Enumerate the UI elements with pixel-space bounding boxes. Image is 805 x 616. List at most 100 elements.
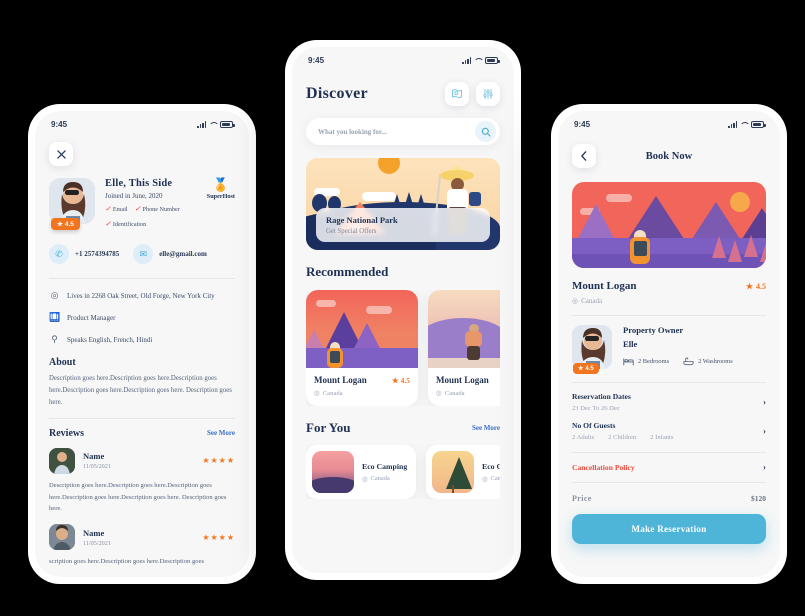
search-button[interactable] <box>475 121 496 142</box>
status-icons <box>197 121 235 128</box>
chevron-right-icon[interactable]: › <box>763 462 766 472</box>
foryou-see-more[interactable]: See More <box>472 424 500 432</box>
foryou-header: For You See More <box>306 420 500 436</box>
camping-card-body: Eco Camping ◎ Canada <box>482 462 500 483</box>
chevron-right-icon[interactable]: › <box>763 397 766 407</box>
camping-card[interactable]: Eco Camping ◎ Canada <box>306 445 416 499</box>
hero-body <box>447 189 468 209</box>
close-icon <box>56 149 66 159</box>
map-pin-button[interactable] <box>445 82 469 106</box>
battery-icon <box>220 121 235 128</box>
detail-reservation-dates[interactable]: Reservation Dates 23 Dec To 26 Dec › <box>572 392 766 412</box>
rating-value: 4.5 <box>400 375 410 385</box>
camping-card-title: Eco Camping <box>362 461 408 471</box>
detail-value: 23 Dec To 26 Dec <box>572 405 620 412</box>
location-text: Canada <box>581 297 603 305</box>
filter-button[interactable] <box>476 82 500 106</box>
price-label: Price <box>572 494 592 503</box>
amenity-bedrooms: 2 Bedrooms <box>623 357 669 366</box>
review-text: scription goes here.Description goes her… <box>49 558 205 566</box>
filter-sliders-icon <box>483 89 493 99</box>
rating-value: 4.5 <box>64 220 74 228</box>
review-item: Name 11/05/2021 ★★★★ Description goes he… <box>49 447 235 516</box>
camping-card-body: Eco Camping ◎ Canada <box>362 462 407 483</box>
review-head: Name 11/05/2021 ★★★★ <box>49 524 235 551</box>
detail-text: Reservation Dates 23 Dec To 26 Dec <box>572 392 631 412</box>
profile-meta: Elle, This Side Joined in June, 2020 ✓ Em… <box>105 178 197 228</box>
review-head: Name 11/05/2021 ★★★★ <box>49 447 235 474</box>
chevron-right-icon[interactable]: › <box>763 426 766 436</box>
booking-screen: 9:45 Book Now Mount Logan ★ 4.5 ◎ Canada… <box>558 111 780 577</box>
lake <box>306 348 418 368</box>
wifi-icon <box>740 121 748 128</box>
contact-email[interactable]: ✉ elle@gmail.com <box>133 244 207 264</box>
hill-scene <box>428 290 500 368</box>
search-bar[interactable]: What you looking for... <box>306 118 500 145</box>
location-pin-icon: ◎ <box>436 390 442 397</box>
review-avatar-illustration <box>49 524 75 551</box>
place-card-location: ◎ Canada <box>436 389 500 398</box>
wifi-icon <box>474 57 482 64</box>
contact-phone[interactable]: ✆ +1 2574394785 <box>49 244 119 264</box>
wifi-icon <box>209 121 217 128</box>
place-card-image <box>428 290 500 368</box>
review-text: Description goes here.Description goes h… <box>49 481 227 513</box>
header-actions <box>445 82 500 106</box>
location-text: Canada <box>444 389 465 397</box>
amenities: 2 Bedrooms 2 Washrooms <box>623 357 766 366</box>
recommended-title: Recommended <box>306 264 389 279</box>
discover-screen: 9:45 Discover What you looking for... Ra… <box>292 47 514 573</box>
location-text: Canada <box>490 475 500 482</box>
profile-joined: Joined in June, 2020 <box>105 192 163 200</box>
star-icon: ★ <box>745 281 753 291</box>
review-name: Name <box>83 451 105 462</box>
walker-body <box>465 331 482 347</box>
status-time: 9:45 <box>51 120 68 129</box>
hero-subtitle: Get Special Offers <box>326 228 377 235</box>
profile-name: Elle, This Side <box>105 178 173 189</box>
review-name: Name <box>83 527 105 538</box>
reviews-see-more[interactable]: See More <box>207 429 235 437</box>
walker <box>464 324 484 360</box>
price-bar: Price $120 <box>572 494 766 503</box>
fact-location-text: Lives in 2268 Oak Street, Old Forge, New… <box>67 291 215 300</box>
search-input[interactable]: What you looking for... <box>318 128 475 136</box>
fact-location: ◎ Lives in 2268 Oak Street, Old Forge, N… <box>49 290 235 301</box>
mountain <box>576 204 616 242</box>
place-card-rating: ★ 4.5 <box>392 376 410 385</box>
detail-text: No Of Guests 2 Adults 2 Children 2 Infan… <box>572 421 673 441</box>
superhost-badge: 🏅 SuperHost <box>207 178 235 200</box>
camping-card-location: ◎ Canada <box>362 475 407 483</box>
tree-trunk <box>452 485 454 493</box>
close-button[interactable] <box>49 142 73 166</box>
detail-label: Reservation Dates <box>572 392 631 401</box>
owner-avatar: ★ 4.5 <box>572 325 612 374</box>
signal-icon <box>462 57 471 64</box>
place-card-body: Mount Logan ★ 4.5 ◎ Canada <box>306 368 418 406</box>
hero-banner[interactable]: Rage National Park Get Special Offers <box>306 158 500 250</box>
place-card[interactable]: Mount Logan ★ 4.5 ◎ Canada <box>306 290 418 406</box>
owner-section: ★ 4.5 Property Owner Elle 2 Bedrooms 2 W… <box>572 325 766 374</box>
verification-item: ✓ Identification <box>105 220 147 228</box>
detail-guests[interactable]: No Of Guests 2 Adults 2 Children 2 Infan… <box>572 421 766 441</box>
pine-tree <box>760 240 766 262</box>
review-avatar-illustration <box>49 447 75 474</box>
divider <box>572 482 766 483</box>
map-pin-icon <box>452 89 462 99</box>
detail-label: No Of Guests <box>572 421 616 430</box>
cancellation-policy-row[interactable]: Cancellation Policy › <box>572 462 766 472</box>
fact-languages-text: Speaks English, French, Hindi <box>67 335 153 344</box>
camping-card-title: Eco Camping <box>482 461 500 471</box>
about-title: About <box>49 357 76 368</box>
camping-card[interactable]: Eco Camping ◎ Canada <box>426 445 500 499</box>
search-icon <box>481 127 491 137</box>
pine-tree-icon <box>446 457 472 489</box>
discover-header: Discover <box>306 82 500 106</box>
hiker-backpack <box>330 351 340 363</box>
review-avatar <box>49 524 75 551</box>
pine-tree <box>744 235 758 257</box>
place-card[interactable]: Mount Logan ★ 4.5 ◎ Canada <box>428 290 500 406</box>
make-reservation-button[interactable]: Make Reservation <box>572 514 766 544</box>
booking-hero-image <box>572 182 766 268</box>
location-pin-icon: ◎ <box>362 475 368 483</box>
